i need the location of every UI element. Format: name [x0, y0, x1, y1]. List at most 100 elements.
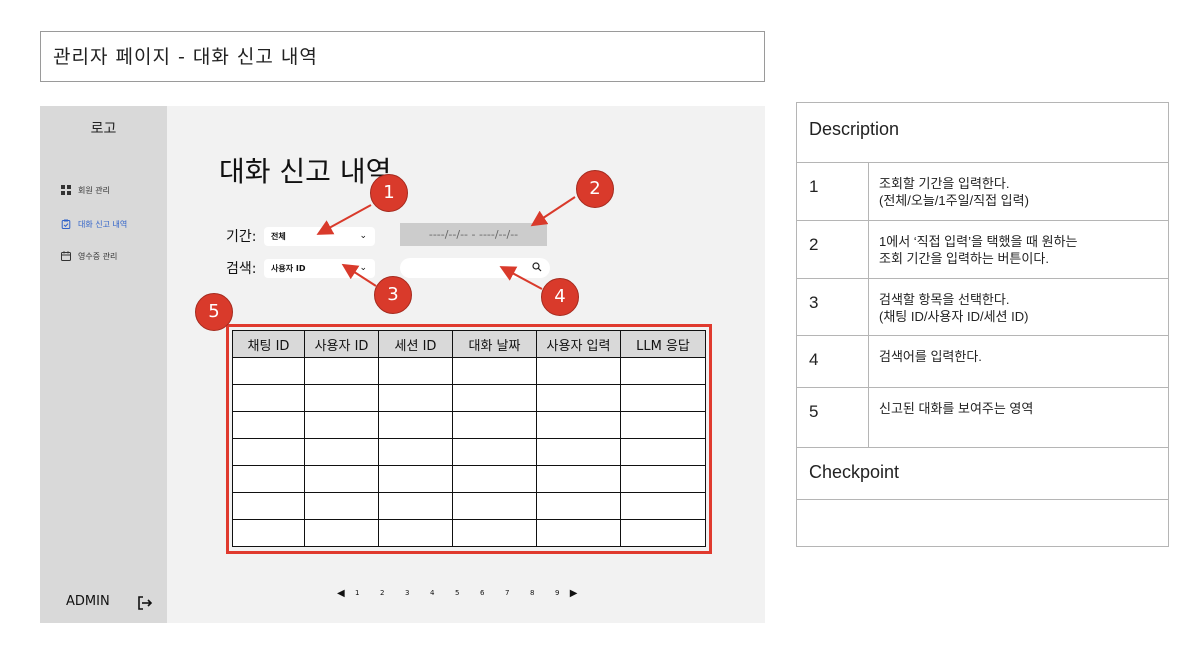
table-cell — [536, 465, 621, 493]
column-header[interactable]: 채팅 ID — [232, 330, 305, 358]
table-row[interactable] — [232, 411, 706, 439]
table-cell — [536, 357, 621, 385]
page-link[interactable]: 3 — [395, 589, 420, 597]
table-cell — [378, 492, 453, 520]
sidebar-item-reports[interactable]: 대화 신고 내역 — [61, 216, 127, 232]
column-header[interactable]: 대화 날짜 — [452, 330, 537, 358]
pagination: ◀ 1 2 3 4 5 6 7 8 9 ▶ — [337, 587, 577, 599]
table-cell — [304, 384, 379, 412]
search-input[interactable] — [400, 258, 550, 278]
chevron-down-icon: ⌄ — [359, 263, 367, 273]
date-range-input[interactable]: ----/--/-- - ----/--/-- — [400, 223, 547, 246]
table-cell — [232, 357, 305, 385]
table-cell — [304, 519, 379, 547]
description-header-row: Description — [796, 102, 1169, 163]
table-cell — [232, 519, 305, 547]
logo[interactable]: 로고 — [40, 118, 167, 138]
table-cell — [620, 357, 706, 385]
table-cell — [536, 519, 621, 547]
callout-4: 4 — [541, 278, 579, 316]
description-text: 1에서 ‘직접 입력’을 택했을 때 원하는 조회 기간을 입력하는 버튼이다. — [868, 220, 1169, 279]
sidebar: 로고 회원 관리 대화 신고 내역 영수증 관리 ADMIN — [40, 106, 167, 623]
callout-3: 3 — [374, 276, 412, 314]
admin-label: ADMIN — [66, 594, 110, 609]
table-cell — [536, 492, 621, 520]
page-link[interactable]: 2 — [370, 589, 395, 597]
page-link[interactable]: 6 — [470, 589, 495, 597]
table-cell — [452, 465, 537, 493]
period-label: 기간: — [226, 229, 257, 245]
table-header-row: 채팅 ID 사용자 ID 세션 ID 대화 날짜 사용자 입력 LLM 응답 — [232, 330, 706, 358]
table-row[interactable] — [232, 492, 706, 520]
next-page-button[interactable]: ▶ — [570, 588, 578, 599]
clipboard-check-icon — [61, 219, 71, 229]
page-link[interactable]: 7 — [495, 589, 520, 597]
page-link[interactable]: 1 — [345, 589, 370, 597]
description-text: 조회할 기간을 입력한다. (전체/오늘/1주일/직접 입력) — [868, 162, 1169, 221]
table-row[interactable] — [232, 465, 706, 493]
table-cell — [378, 411, 453, 439]
column-header[interactable]: LLM 응답 — [620, 330, 706, 358]
description-row: 2 1에서 ‘직접 입력’을 택했을 때 원하는 조회 기간을 입력하는 버튼이… — [796, 220, 1169, 279]
sidebar-item-receipts[interactable]: 영수증 관리 — [61, 248, 117, 264]
search-label: 검색: — [226, 261, 257, 277]
column-header[interactable]: 사용자 ID — [304, 330, 379, 358]
table-cell — [452, 411, 537, 439]
table-cell — [232, 492, 305, 520]
table-cell — [452, 357, 537, 385]
table-cell — [378, 519, 453, 547]
prev-page-button[interactable]: ◀ — [337, 588, 345, 599]
chevron-down-icon: ⌄ — [359, 231, 367, 241]
description-text: 신고된 대화를 보여주는 영역 — [868, 387, 1169, 448]
table-row[interactable] — [232, 384, 706, 412]
table-cell — [620, 411, 706, 439]
search-field-select[interactable]: 사용자 ID ⌄ — [264, 259, 375, 278]
table-cell — [304, 438, 379, 466]
column-header[interactable]: 사용자 입력 — [536, 330, 621, 358]
description-title: Description — [796, 102, 1169, 163]
table-row[interactable] — [232, 519, 706, 547]
callout-1: 1 — [370, 174, 408, 212]
reports-table-area: 채팅 ID 사용자 ID 세션 ID 대화 날짜 사용자 입력 LLM 응답 — [226, 324, 712, 554]
table-cell — [536, 438, 621, 466]
description-num: 1 — [796, 162, 869, 221]
table-row[interactable] — [232, 438, 706, 466]
page-title: 대화 신고 내역 — [219, 155, 392, 188]
description-num: 4 — [796, 335, 869, 388]
period-select[interactable]: 전체 ⌄ — [264, 227, 375, 246]
search-icon[interactable] — [532, 262, 542, 272]
table-cell — [452, 519, 537, 547]
sidebar-item-label: 대화 신고 내역 — [78, 219, 128, 229]
table-cell — [620, 384, 706, 412]
checkpoint-row — [796, 499, 1169, 547]
reports-table: 채팅 ID 사용자 ID 세션 ID 대화 날짜 사용자 입력 LLM 응답 — [232, 330, 706, 547]
table-cell — [620, 519, 706, 547]
page-link[interactable]: 4 — [420, 589, 445, 597]
page-header: 관리자 페이지 - 대화 신고 내역 — [40, 31, 765, 82]
table-cell — [620, 438, 706, 466]
table-cell — [452, 492, 537, 520]
description-row: 4 검색어를 입력한다. — [796, 335, 1169, 388]
sidebar-item-label: 회원 관리 — [78, 185, 110, 195]
table-cell — [232, 384, 305, 412]
page-link[interactable]: 5 — [445, 589, 470, 597]
description-row: 5 신고된 대화를 보여주는 영역 — [796, 387, 1169, 448]
sidebar-item-members[interactable]: 회원 관리 — [61, 182, 110, 198]
page-link[interactable]: 9 — [545, 589, 570, 597]
table-cell — [232, 411, 305, 439]
description-row: 3 검색할 항목을 선택한다. (채팅 ID/사용자 ID/세션 ID) — [796, 278, 1169, 336]
table-cell — [378, 438, 453, 466]
table-cell — [378, 357, 453, 385]
table-cell — [452, 438, 537, 466]
description-row: 1 조회할 기간을 입력한다. (전체/오늘/1주일/직접 입력) — [796, 162, 1169, 221]
column-header[interactable]: 세션 ID — [378, 330, 453, 358]
logout-icon[interactable] — [137, 595, 153, 611]
table-cell — [536, 411, 621, 439]
page-link[interactable]: 8 — [520, 589, 545, 597]
table-cell — [304, 411, 379, 439]
table-row[interactable] — [232, 357, 706, 385]
table-cell — [378, 384, 453, 412]
description-num: 3 — [796, 278, 869, 336]
search-select-value: 사용자 ID — [271, 264, 306, 273]
table-cell — [620, 492, 706, 520]
